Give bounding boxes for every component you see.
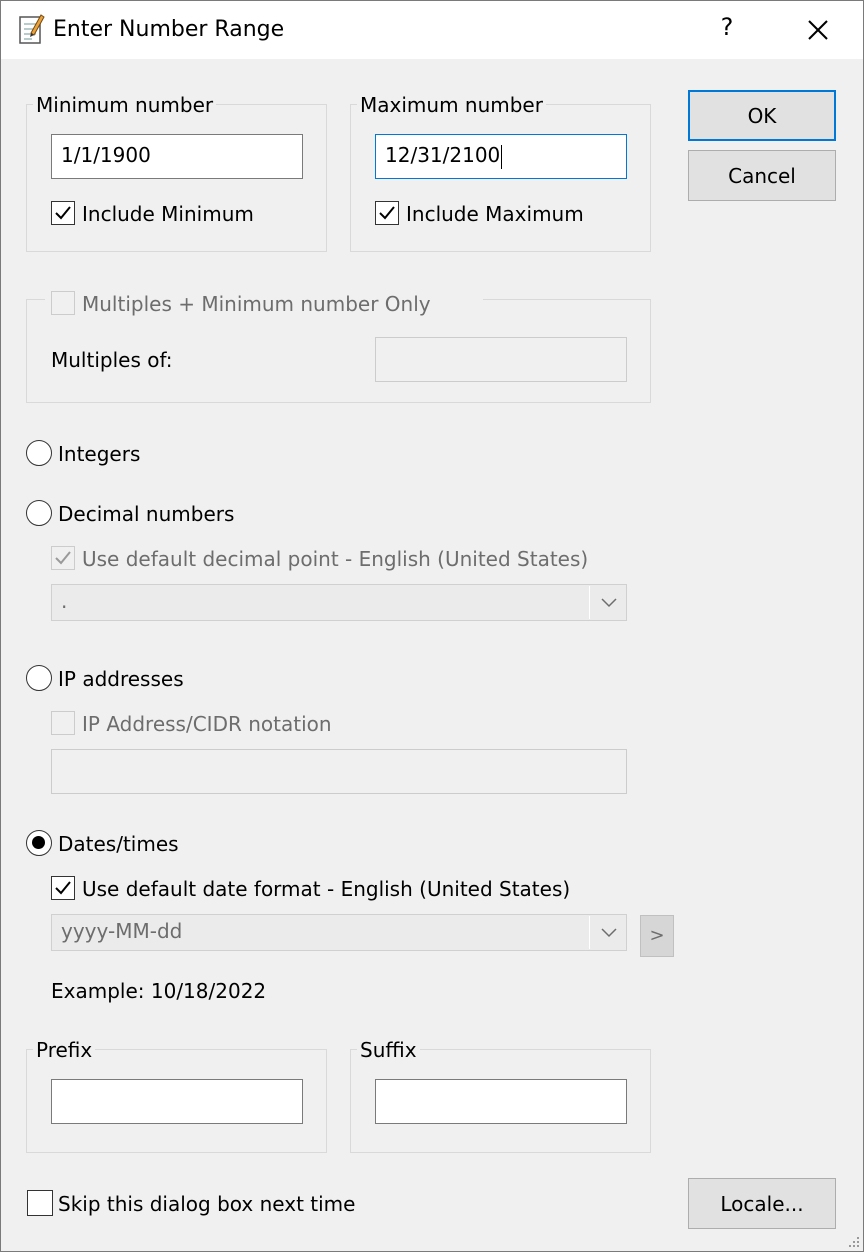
close-icon[interactable] [801,11,835,49]
text-caret [501,144,503,169]
cidr-notation-checkbox[interactable] [51,711,75,735]
help-button[interactable]: ? [713,13,741,47]
minimum-number-input[interactable]: 1/1/1900 [51,134,303,179]
skip-dialog-checkbox[interactable] [27,1190,53,1216]
date-format-value: yyyy-MM-dd [61,919,183,943]
include-minimum-checkbox[interactable] [51,201,75,225]
multiples-of-label: Multiples of: [51,348,173,372]
dates-times-label: Dates/times [58,832,179,856]
cancel-button[interactable]: Cancel [688,150,836,201]
chevron-down-icon [601,598,617,608]
enter-number-range-dialog: Enter Number Range ? Minimum number 1/1/… [0,0,864,1252]
default-decimal-point-checkbox[interactable] [51,546,75,570]
include-maximum-checkbox[interactable] [375,201,399,225]
checkmark-icon [55,206,71,220]
chevron-down-icon [601,928,617,938]
skip-dialog-label: Skip this dialog box next time [58,1192,356,1216]
radio-selected-dot [32,836,45,849]
locale-button[interactable]: Locale... [688,1178,836,1229]
maximum-number-legend: Maximum number [357,93,546,117]
ok-button[interactable]: OK [688,90,836,141]
date-example-text: Example: 10/18/2022 [51,979,267,1003]
resize-grip-icon[interactable] [847,1235,861,1249]
default-date-format-label: Use default date format - English (Unite… [82,877,571,901]
prefix-legend: Prefix [33,1038,96,1062]
maximum-number-value: 12/31/2100 [385,143,501,167]
combo-separator [589,916,590,949]
include-maximum-label: Include Maximum [406,202,584,226]
integers-radio[interactable] [26,440,52,466]
date-format-select[interactable]: yyyy-MM-dd [51,914,627,951]
multiples-of-input[interactable] [375,337,627,382]
multiples-checkbox[interactable] [51,291,75,315]
date-format-more-button[interactable]: > [640,915,674,957]
default-date-format-checkbox[interactable] [51,876,75,900]
checkmark-icon [379,206,395,220]
checkmark-icon [55,881,71,895]
notepad-icon [19,14,45,44]
ip-address-input[interactable] [51,749,627,794]
integers-label: Integers [58,442,141,466]
suffix-legend: Suffix [357,1038,420,1062]
dates-times-radio[interactable] [26,830,52,856]
multiples-checkbox-label: Multiples + Minimum number Only [82,292,431,316]
prefix-input[interactable] [51,1079,303,1124]
decimal-point-select[interactable]: . [51,584,627,621]
default-decimal-point-label: Use default decimal point - English (Uni… [82,547,589,571]
checkmark-icon [55,551,71,565]
cidr-notation-label: IP Address/CIDR notation [82,712,332,736]
include-minimum-label: Include Minimum [82,202,254,226]
window-title: Enter Number Range [53,17,285,42]
ip-addresses-radio[interactable] [26,665,52,691]
suffix-input[interactable] [375,1079,627,1124]
decimal-numbers-radio[interactable] [26,500,52,526]
combo-separator [589,586,590,619]
minimum-number-legend: Minimum number [33,93,217,117]
ip-addresses-label: IP addresses [58,667,184,691]
decimal-numbers-label: Decimal numbers [58,502,235,526]
decimal-point-value: . [61,589,68,613]
maximum-number-input[interactable]: 12/31/2100 [375,134,627,179]
title-bar: Enter Number Range ? [1,1,863,59]
